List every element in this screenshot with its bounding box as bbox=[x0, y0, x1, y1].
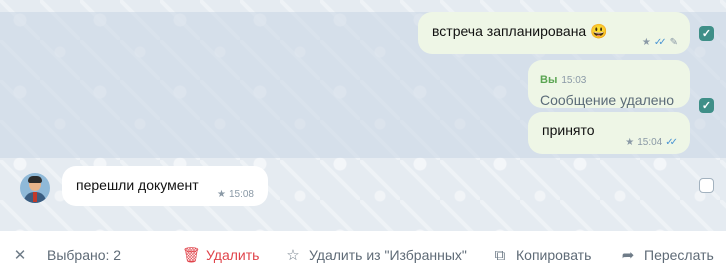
star-icon: ★ bbox=[641, 37, 651, 48]
delete-button[interactable]: 🗑 Удалить bbox=[182, 246, 259, 264]
star-icon: ★ bbox=[625, 137, 635, 148]
message-bubble[interactable]: перешли документ ★ 15:08 bbox=[62, 166, 268, 206]
unstar-button[interactable]: ☆ Удалить из "Избранных" bbox=[285, 246, 467, 264]
message-time: 15:04 bbox=[637, 137, 663, 148]
double-check-icon: ✓✓ bbox=[665, 137, 678, 148]
sender-name: Вы bbox=[540, 74, 558, 86]
message-text: встреча запланирована 😃 bbox=[432, 23, 608, 39]
delete-label: Удалить bbox=[206, 247, 260, 263]
trash-icon: 🗑 bbox=[182, 247, 202, 264]
deleted-message-text: Сообщение удалено bbox=[540, 92, 675, 108]
unstar-label: Удалить из "Избранных" bbox=[309, 247, 467, 263]
chat-area: встреча запланирована 😃 ★ ✓✓ ✎ ✓ Вы 15:03… bbox=[0, 0, 726, 231]
message-select-checkbox[interactable]: ✓ bbox=[699, 98, 714, 113]
copy-button[interactable]: ⧉ Копировать bbox=[492, 246, 592, 264]
double-check-icon: ✓✓ bbox=[653, 37, 667, 48]
selected-count-label: Выбрано: 2 bbox=[47, 247, 122, 263]
message-time: 15:08 bbox=[228, 189, 254, 200]
message-text: принято bbox=[542, 122, 595, 138]
message-bubble[interactable]: встреча запланирована 😃 ★ ✓✓ ✎ bbox=[418, 12, 690, 54]
message-select-checkbox[interactable] bbox=[699, 178, 714, 193]
message-bubble[interactable]: принято ★ 15:04 ✓✓ bbox=[528, 112, 690, 154]
forward-button[interactable]: ➦ Переслать bbox=[620, 246, 714, 264]
message-select-checkbox[interactable]: ✓ bbox=[699, 26, 714, 41]
selected-count: Выбрано: 2 bbox=[47, 247, 121, 263]
close-icon: ✕ bbox=[13, 247, 27, 264]
copy-label: Копировать bbox=[516, 247, 592, 263]
selection-toolbar: ✕ Выбрано: 2 🗑 Удалить ☆ Удалить из "Изб… bbox=[0, 231, 726, 279]
message-bubble[interactable]: Вы 15:03 Сообщение удалено bbox=[528, 60, 690, 108]
star-icon: ★ bbox=[217, 189, 226, 200]
message-time: 15:03 bbox=[561, 75, 587, 86]
forward-icon: ➦ bbox=[621, 247, 635, 264]
star-off-icon: ☆ bbox=[286, 247, 300, 264]
message-text: перешли документ bbox=[76, 177, 199, 193]
forward-label: Переслать bbox=[644, 247, 714, 263]
copy-icon: ⧉ bbox=[494, 246, 506, 264]
avatar[interactable] bbox=[20, 173, 50, 203]
pencil-icon: ✎ bbox=[669, 37, 678, 48]
cancel-selection-button[interactable]: ✕ bbox=[12, 246, 28, 264]
